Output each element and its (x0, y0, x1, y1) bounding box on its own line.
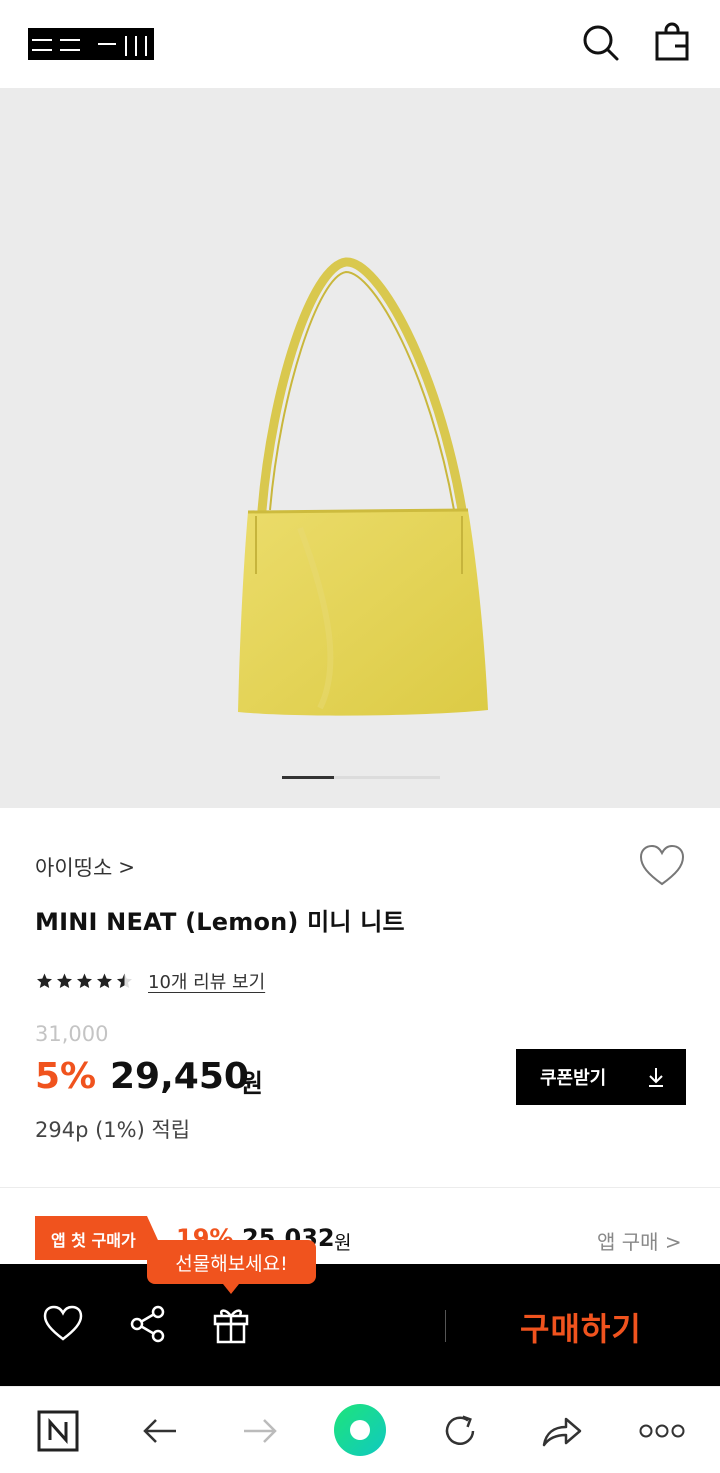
brand-link[interactable]: 아이띵소 > (35, 852, 135, 882)
heart-icon[interactable] (638, 844, 686, 888)
discount-rate: 5% (35, 1056, 97, 1097)
app-badge-label: 앱 첫 구매가 (51, 1231, 136, 1250)
search-icon[interactable] (580, 22, 620, 62)
product-title: MINI NEAT (Lemon) 미니 니트 (35, 908, 405, 936)
gift-tooltip: 선물해보세요! (147, 1240, 316, 1294)
original-price: 31,000 (35, 1022, 109, 1046)
app-currency: 원 (334, 1232, 352, 1254)
product-info: 아이띵소 > MINI NEAT (Lemon) 미니 니트 10개 리뷰 보기… (0, 808, 720, 1188)
sale-price: 29,450 (110, 1056, 249, 1097)
star-icon (97, 973, 112, 989)
chevron-right-icon: > (118, 855, 136, 879)
currency-label: 원 (240, 1069, 264, 1098)
forward-arrow-icon[interactable] (236, 1407, 284, 1455)
heart-icon[interactable] (43, 1304, 83, 1344)
naver-home-icon[interactable] (34, 1407, 82, 1455)
share-icon[interactable] (128, 1304, 168, 1344)
points-info: 294p (1%) 적립 (35, 1118, 191, 1142)
review-link[interactable]: 10개 리뷰 보기 (148, 968, 265, 994)
green-dot-icon[interactable] (333, 1403, 387, 1457)
buy-button[interactable]: 구매하기 (520, 1304, 642, 1350)
bottom-action-bar: 구매하기 (0, 1264, 720, 1386)
top-header (0, 0, 720, 88)
download-icon (649, 1068, 663, 1087)
action-separator (445, 1310, 446, 1342)
coupon-download-button[interactable]: 쿠폰받기 (516, 1049, 686, 1105)
browser-nav-bar (0, 1386, 720, 1473)
share-arrow-icon[interactable] (538, 1407, 586, 1455)
product-image (238, 257, 488, 716)
shopping-bag-icon[interactable] (652, 22, 692, 62)
back-arrow-icon[interactable] (136, 1407, 184, 1455)
rating-stars (35, 972, 134, 990)
more-icon[interactable] (638, 1407, 686, 1455)
refresh-icon[interactable] (436, 1407, 484, 1455)
slide-indicator-active (282, 776, 334, 779)
star-icon (77, 973, 92, 989)
star-half-icon (117, 973, 132, 989)
brand-name: 아이띵소 (35, 856, 113, 880)
app-buy-link[interactable]: 앱 구매 > (597, 1226, 682, 1255)
coupon-label: 쿠폰받기 (540, 1068, 607, 1089)
gift-icon[interactable] (211, 1304, 251, 1344)
star-icon (57, 973, 72, 989)
app-offer-row: 앱 첫 구매가 19% 25,032 원 앱 구매 > (0, 1188, 720, 1264)
star-icon (37, 973, 52, 989)
product-image-gallery[interactable] (0, 88, 720, 808)
slide-indicator (282, 776, 440, 779)
brand-logo[interactable] (28, 28, 154, 60)
